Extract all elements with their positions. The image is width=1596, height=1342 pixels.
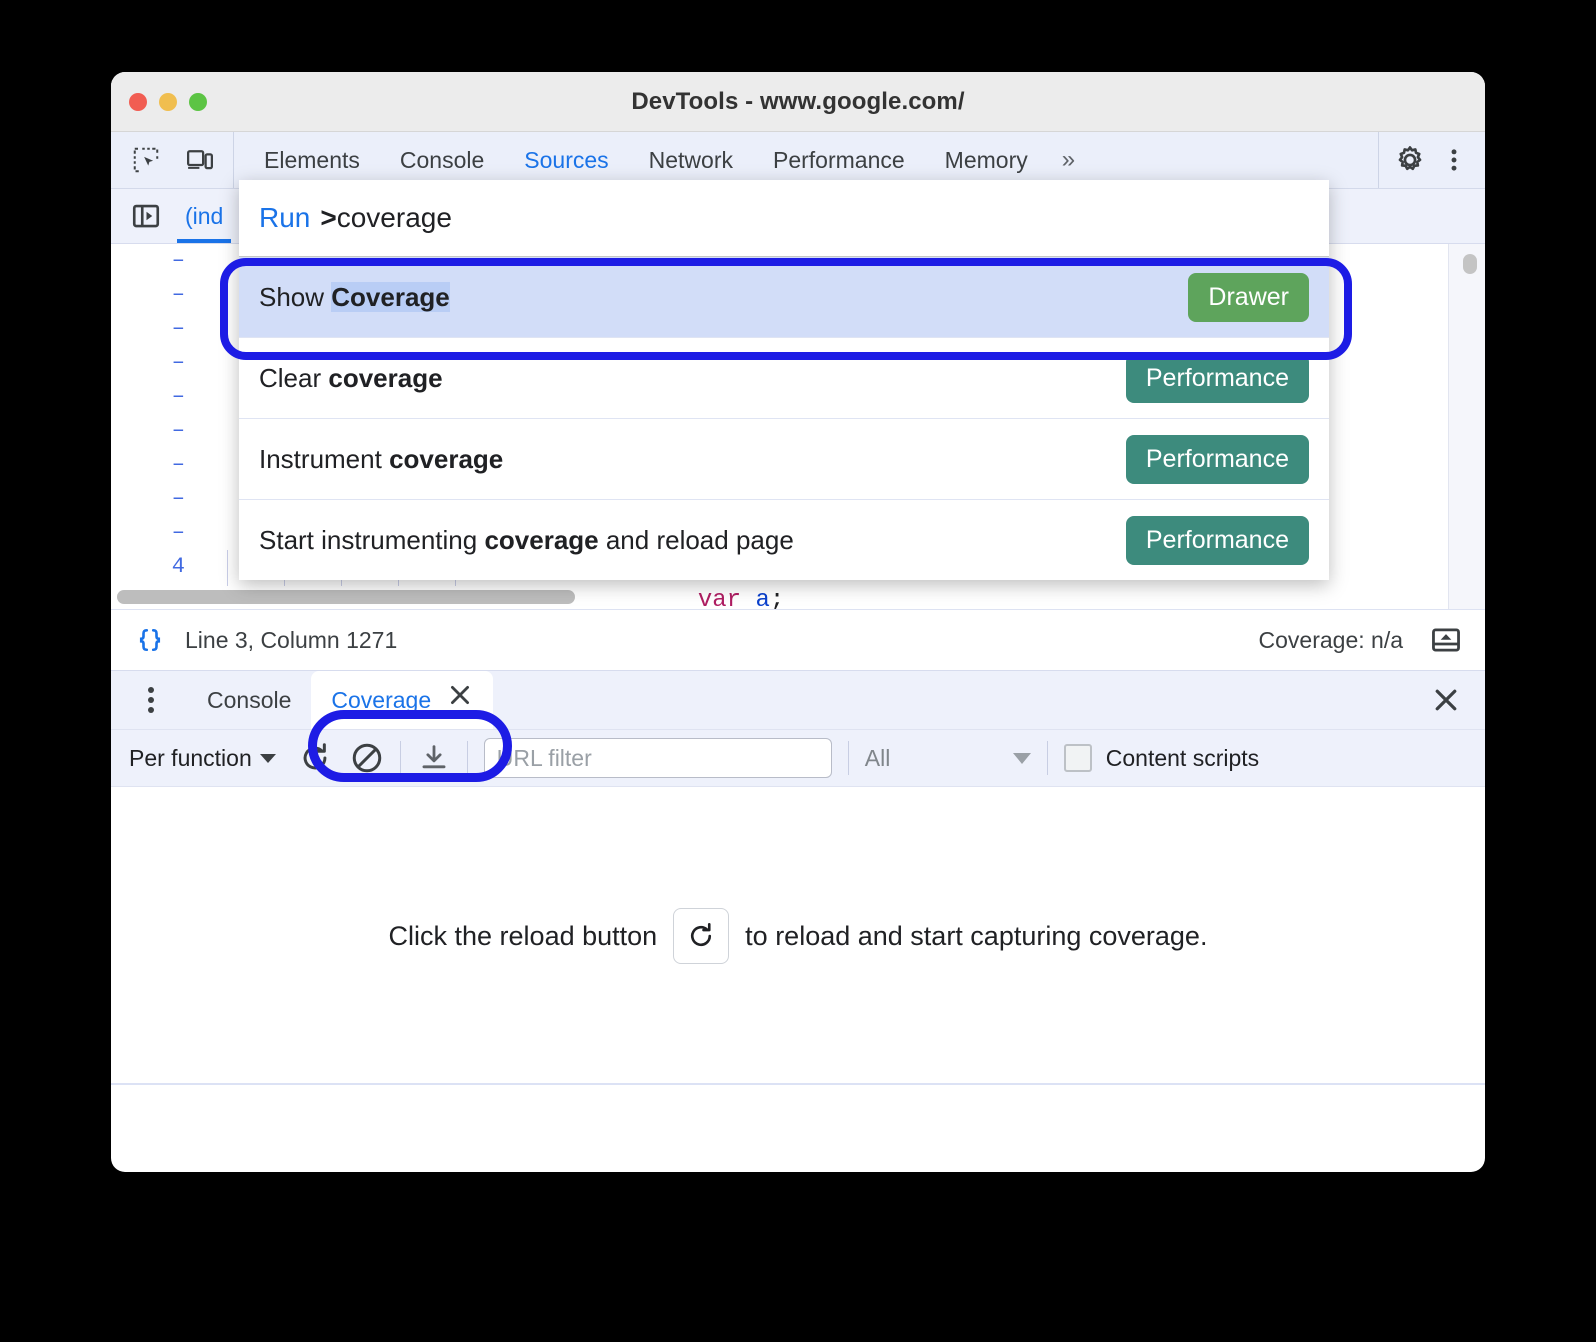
coverage-type-filter-label: All (864, 744, 891, 771)
device-toolbar-icon[interactable] (183, 143, 217, 177)
coverage-granularity-dropdown[interactable]: Per function (129, 745, 298, 772)
coverage-granularity-label: Per function (129, 744, 252, 771)
close-window-button[interactable] (129, 92, 147, 111)
editor-vertical-scrollbar[interactable] (1463, 254, 1477, 274)
palette-item-instrument-coverage[interactable]: Instrument coverage Performance (239, 418, 1329, 499)
line-number: – (171, 350, 185, 375)
palette-item-prefix: Show (259, 281, 332, 312)
reload-icon[interactable] (298, 741, 332, 775)
coverage-footer-area (111, 1085, 1485, 1113)
zoom-window-button[interactable] (189, 92, 207, 111)
url-filter-input[interactable] (483, 738, 832, 778)
toolbar-icon-group (111, 132, 234, 188)
line-number: – (171, 418, 185, 443)
command-palette-query-row[interactable]: Run >coverage (239, 180, 1329, 256)
toolbar-divider (1046, 741, 1048, 775)
palette-item-badge: Performance (1125, 515, 1309, 565)
coverage-status: Coverage: n/a (1258, 626, 1403, 653)
coverage-type-filter-dropdown[interactable]: All (865, 745, 1031, 772)
toolbar-divider (466, 741, 468, 775)
line-number: – (171, 452, 185, 477)
palette-item-suffix: and reload page (598, 524, 794, 555)
kebab-icon[interactable] (1437, 143, 1471, 177)
line-number: – (171, 384, 185, 409)
reload-icon (673, 908, 730, 964)
line-number: 4 (171, 554, 185, 579)
toolbar-divider (399, 741, 401, 775)
window-title: DevTools - www.google.com/ (631, 87, 965, 115)
drawer-tab-coverage[interactable]: Coverage (311, 671, 494, 729)
command-palette-input[interactable]: >coverage (320, 202, 452, 234)
palette-item-match: coverage (328, 362, 443, 393)
download-icon[interactable] (417, 741, 451, 775)
coverage-toolbar: Per function URL filter All Content scri… (111, 729, 1485, 787)
coverage-footer-divider (111, 1083, 1485, 1085)
cursor-position: Line 3, Column 1271 (185, 626, 398, 653)
line-number: – (171, 486, 185, 511)
inspect-element-icon[interactable] (129, 143, 163, 177)
code-semicolon: ; (769, 587, 785, 610)
gear-icon[interactable] (1393, 143, 1427, 177)
command-palette-query-text: coverage (336, 202, 452, 233)
palette-item-match: coverage (484, 524, 599, 555)
palette-item-prefix: Start instrumenting (259, 524, 485, 555)
close-tab-icon[interactable] (447, 671, 473, 729)
line-number: – (171, 520, 185, 545)
line-number: – (171, 248, 185, 273)
palette-item-start-instrumenting-coverage[interactable]: Start instrumenting coverage and reload … (239, 499, 1329, 580)
content-scripts-checkbox-row[interactable]: Content scripts (1063, 744, 1260, 772)
palette-item-prefix: Clear (259, 362, 329, 393)
line-number: – (171, 282, 185, 307)
coverage-empty-state: Click the reload button to reload and st… (111, 787, 1485, 1085)
palette-item-label: Start instrumenting coverage and reload … (259, 525, 794, 556)
traffic-lights (129, 72, 207, 131)
coverage-empty-suffix: to reload and start capturing coverage. (745, 920, 1208, 951)
palette-item-clear-coverage[interactable]: Clear coverage Performance (239, 337, 1329, 418)
palette-item-match: coverage (389, 443, 504, 474)
file-tab-index[interactable]: (ind (176, 189, 232, 243)
show-navigator-icon[interactable] (129, 199, 163, 233)
screen-root: DevTools - www.google.com/ Elements Cons… (0, 0, 1596, 1342)
drawer-tab-console[interactable]: Console (187, 671, 311, 729)
title-bar: DevTools - www.google.com/ (111, 72, 1485, 132)
line-number-gutter: – – – – – – – – – 4 – (111, 244, 203, 610)
coverage-empty-prefix: Click the reload button (388, 920, 658, 951)
drawer-tab-coverage-label: Coverage (331, 687, 432, 713)
kebab-icon[interactable] (133, 682, 169, 718)
status-right-group: Coverage: n/a (1259, 623, 1463, 657)
toolbar-right-group (1378, 132, 1485, 188)
clear-icon[interactable] (350, 741, 384, 775)
palette-item-badge: Drawer (1188, 272, 1309, 322)
palette-item-badge: Performance (1125, 434, 1309, 484)
code-identifier-a: a (755, 587, 770, 610)
content-scripts-checkbox[interactable] (1063, 744, 1092, 772)
command-palette-prompt: > (320, 202, 337, 233)
content-scripts-label: Content scripts (1105, 744, 1260, 771)
palette-item-badge: Performance (1125, 353, 1309, 403)
command-palette: Run >coverage Show Coverage Drawer Clear… (239, 180, 1329, 580)
editor-horizontal-scrollbar[interactable] (117, 590, 575, 604)
pretty-print-braces-icon[interactable] (133, 623, 167, 657)
drawer-tab-bar: Console Coverage (111, 670, 1485, 729)
chevron-down-icon (1012, 752, 1031, 764)
palette-item-show-coverage[interactable]: Show Coverage Drawer (239, 256, 1329, 337)
code-keyword-var: var (697, 587, 742, 610)
editor-status-bar: Line 3, Column 1271 Coverage: n/a (111, 609, 1485, 670)
status-left-group: Line 3, Column 1271 (133, 623, 397, 657)
line-number: – (171, 316, 185, 341)
palette-item-label: Instrument coverage (259, 444, 503, 475)
palette-item-label: Show Coverage (259, 281, 450, 313)
editor-minimap-pane (1448, 244, 1485, 610)
minimize-window-button[interactable] (159, 92, 177, 111)
palette-item-label: Clear coverage (259, 363, 443, 394)
palette-item-prefix: Instrument (259, 443, 390, 474)
toolbar-divider (847, 741, 849, 775)
chevron-down-icon (259, 753, 276, 763)
devtools-window: DevTools - www.google.com/ Elements Cons… (111, 72, 1485, 1172)
palette-item-match: Coverage (331, 281, 450, 312)
coverage-empty-message: Click the reload button to reload and st… (388, 908, 1208, 964)
command-palette-mode-label: Run (259, 202, 311, 233)
show-drawer-icon[interactable] (1429, 623, 1463, 657)
close-drawer-icon[interactable] (1429, 683, 1463, 717)
